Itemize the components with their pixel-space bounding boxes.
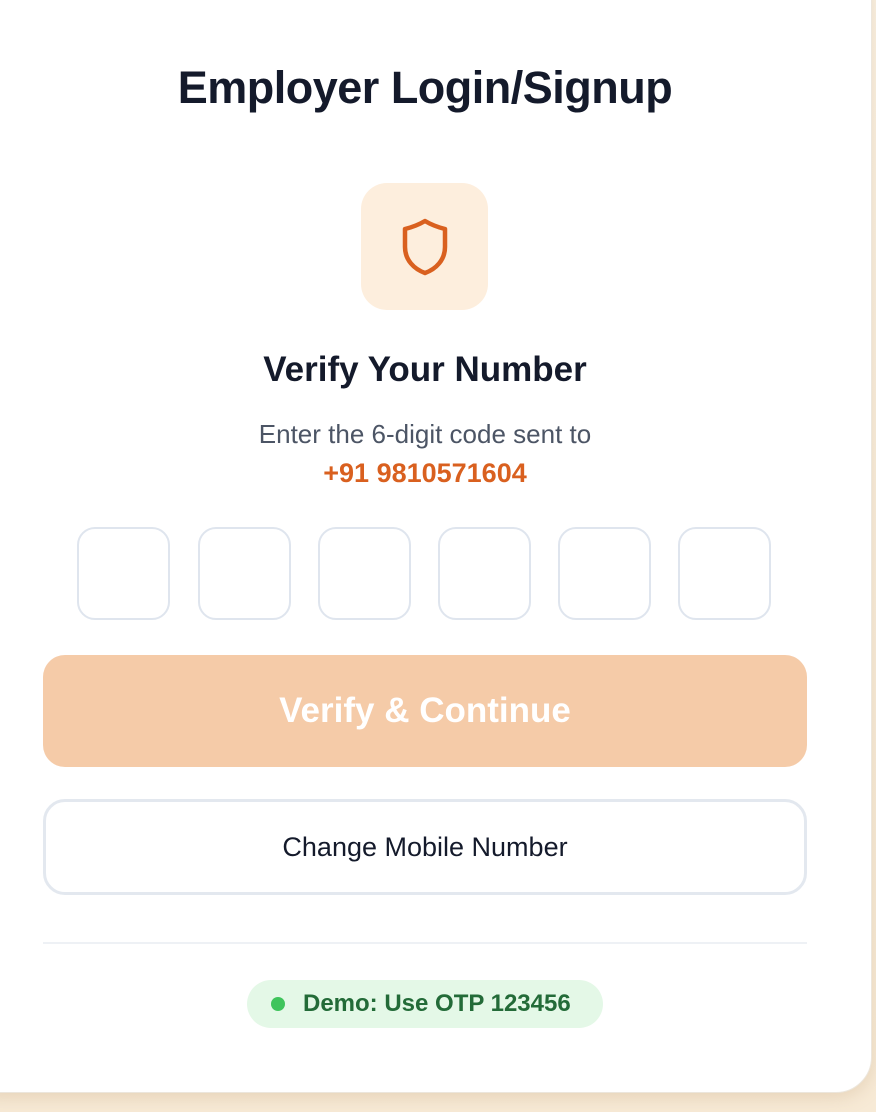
demo-otp-text: Demo: Use OTP 123456	[303, 990, 571, 1017]
otp-digit-6[interactable]	[678, 527, 771, 620]
otp-digit-3[interactable]	[318, 527, 411, 620]
shield-icon	[402, 218, 447, 275]
shield-badge	[361, 183, 488, 310]
verify-instruction: Enter the 6-digit code sent to	[258, 419, 592, 449]
otp-digit-4[interactable]	[438, 527, 531, 620]
divider	[43, 942, 807, 944]
page-title: Employer Login/Signup	[177, 62, 673, 113]
otp-input-row	[77, 527, 773, 623]
change-mobile-number-button[interactable]: Change Mobile Number	[43, 799, 807, 895]
status-dot-icon	[271, 997, 285, 1011]
verify-heading: Verify Your Number	[263, 350, 587, 389]
verify-continue-button[interactable]: Verify & Continue	[43, 655, 807, 767]
otp-digit-5[interactable]	[558, 527, 651, 620]
phone-number: +91 9810571604	[323, 458, 527, 488]
otp-digit-2[interactable]	[198, 527, 291, 620]
demo-otp-badge: Demo: Use OTP 123456	[247, 980, 603, 1028]
otp-digit-1[interactable]	[77, 527, 170, 620]
